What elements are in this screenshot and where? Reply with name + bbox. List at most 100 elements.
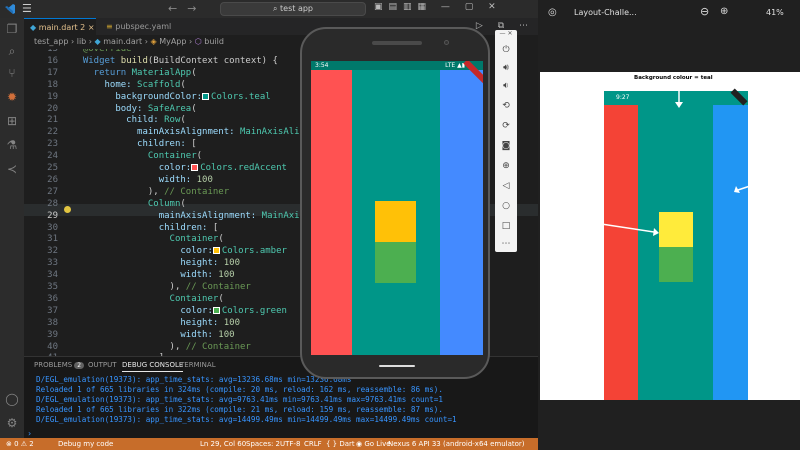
code-line[interactable]: Container( [72,151,202,163]
lightbulb-icon[interactable] [64,206,71,213]
code-line[interactable]: Column( [72,199,186,211]
indent-status[interactable]: Spaces: 2 [246,438,280,450]
code-line[interactable]: Widget build(BuildContext context) { [72,56,278,68]
tab-problems[interactable]: PROBLEMS 2 [34,361,85,369]
account-icon[interactable]: ◯ [5,392,19,406]
tab-pubspec[interactable]: ≡ pubspec.yaml [100,18,180,35]
code-line[interactable]: body: SafeArea( [72,103,196,116]
emulator-window-controls[interactable]: — ✕ [495,30,517,38]
code-line[interactable]: Container( [72,294,224,306]
code-line[interactable]: color: Colors.green [72,306,287,318]
rotate-left-icon[interactable]: ⟲ [500,100,512,112]
tab-close-icon[interactable]: × [88,23,95,32]
code-token: ( [218,234,224,245]
code-line[interactable]: children: [ [72,139,197,151]
nav-back-forward-icon[interactable]: ←→ [168,2,206,15]
settings-gear-icon[interactable]: ⚙ [5,416,19,430]
code-token: // Container [185,341,251,352]
breadcrumb-item[interactable]: MyApp [159,37,186,46]
code-line[interactable]: color: Colors.redAccent [72,163,287,175]
gesture-nav-bar[interactable] [379,365,415,367]
power-icon[interactable]: ⏻ [500,44,512,56]
code-line[interactable]: children: [ [72,223,219,235]
code-token: // Container [164,186,230,197]
more-icon[interactable]: ⋯ [500,238,512,250]
code-line[interactable]: home: Scaffold( [72,80,186,92]
layout-controls-icon[interactable]: ▣▤▥▦ — ▢ ✕ [374,2,502,12]
code-token: 100 [212,270,235,281]
zoom-in-icon[interactable]: ⊕ [720,6,728,17]
zoom-icon[interactable]: ⊕ [500,160,512,172]
tab-main-dart[interactable]: ◆ main.dart 2 × [24,18,96,35]
tab-terminal[interactable]: TERMINAL [180,361,216,369]
language-status[interactable]: { } Dart [326,438,355,450]
code-line[interactable]: width: 100 [72,175,213,187]
command-center-search[interactable]: ⌕ test app [220,2,366,16]
zoom-out-icon[interactable]: ⊖ [700,5,709,18]
code-token: body: [72,103,143,114]
phone-screen[interactable]: 3:54 LTE ▲▮ [311,61,483,355]
source-control-icon[interactable]: ⑂ [5,66,19,80]
code-token: build [115,55,148,66]
breadcrumb-item[interactable]: test_app [34,37,68,46]
vscode-logo-icon [5,4,15,14]
flutter-icon[interactable]: ≺ [5,162,19,176]
code-token: ), [72,282,186,292]
code-line[interactable]: height: 100 [72,258,240,270]
line-number: 34 [47,270,58,281]
console-prompt-icon[interactable]: › [28,429,31,438]
problems-status[interactable]: ⊗ 0 ⚠ 2 [6,438,34,450]
code-line[interactable]: mainAxisAlignment: MainAxisAlignment [72,127,332,139]
code-line[interactable]: ), // Container [72,282,251,294]
cursor-position[interactable]: Ln 29, Col 60 [200,438,246,450]
code-line[interactable]: Container( [72,234,224,246]
volume-down-icon[interactable]: 🔉︎ [500,80,512,92]
back-icon[interactable]: ◁ [500,180,512,192]
device-status[interactable]: Nexus 6 API 33 (android-x64 emulator) [388,438,525,450]
explorer-icon[interactable]: ❐ [5,22,19,36]
breadcrumb-item[interactable]: build [204,37,224,46]
code-line[interactable]: ), // Container [72,187,229,199]
line-number: 25 [47,163,58,173]
home-icon[interactable]: ○ [500,200,512,212]
code-token: color: [72,305,213,316]
code-line[interactable]: child: Row( [72,115,186,127]
testing-icon[interactable]: ⚗ [5,138,19,152]
overview-icon[interactable]: □ [500,220,512,232]
tab-debug-console[interactable]: DEBUG CONSOLE [122,361,184,372]
rotate-right-icon[interactable]: ⟳ [500,120,512,132]
search-icon[interactable]: ⌕ [5,44,19,58]
breadcrumb-item[interactable]: lib [77,37,87,46]
color-swatch-icon[interactable] [191,164,199,171]
code-token: Container [72,234,219,245]
encoding-status[interactable]: UTF-8 [280,438,300,450]
code-line[interactable]: @override [72,49,132,56]
arrow-background-head [675,102,683,108]
code-line[interactable]: return MaterialApp( [72,68,197,80]
code-line[interactable]: ), // Container [72,342,251,354]
line-number: 35 [47,282,58,292]
code-line[interactable]: height: 100 [72,318,240,330]
screenshot-icon[interactable]: ◙ [500,140,512,152]
code-line[interactable]: backgroundColor: Colors.teal [72,92,270,104]
breadcrumb-item[interactable]: main.dart [103,37,142,46]
viewer-title: Layout-Challe... [574,8,637,17]
eol-status[interactable]: CRLF [304,438,322,450]
code-line[interactable]: width: 100 [72,330,234,342]
debug-config-status[interactable]: Debug my code [58,438,113,450]
color-swatch-icon[interactable] [202,92,210,100]
code-line[interactable]: mainAxisAlignment: MainAxisAlig [72,211,327,223]
tab-output[interactable]: OUTPUT [88,361,117,369]
code-line[interactable]: width: 100 [72,270,235,282]
phone-speaker [372,41,422,45]
color-swatch-icon[interactable] [212,306,220,314]
code-line[interactable]: color: Colors.amber [72,246,287,258]
volume-up-icon[interactable]: 🔊︎ [500,62,512,74]
annotation-arrows [587,86,757,236]
run-debug-icon[interactable]: ✹ [5,90,19,104]
zoom-level[interactable]: 41% [766,8,784,17]
hamburger-icon[interactable]: ☰ [22,2,32,15]
color-swatch-icon[interactable] [212,247,220,255]
extensions-icon[interactable]: ⊞ [5,114,19,128]
go-live-button[interactable]: ◉ Go Live [356,438,391,450]
